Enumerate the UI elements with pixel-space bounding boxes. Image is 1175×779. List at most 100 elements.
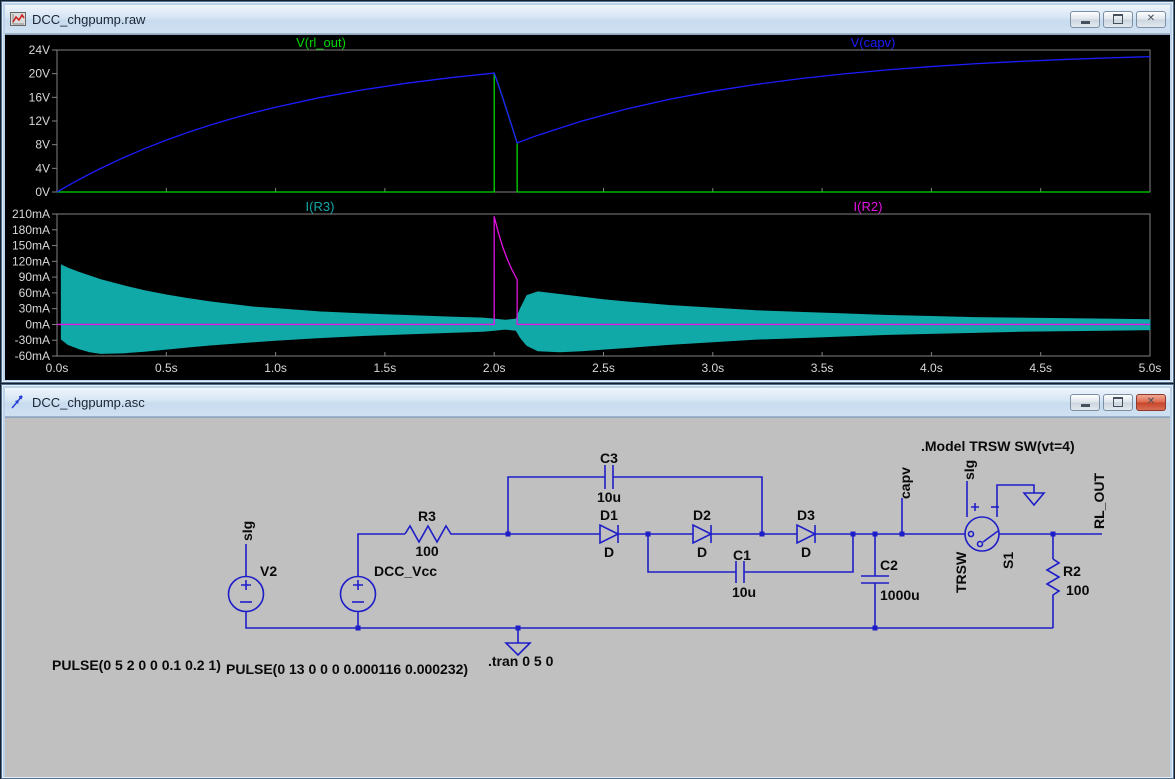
waveform-svg: 24V 20V 16V 12V 8V 4V 0V V(rl_out) V(capv) 210mA 1… — [12, 35, 1162, 375]
close-button[interactable]: ✕ — [1136, 10, 1166, 28]
d1-name-label[interactable]: D1 — [600, 507, 618, 523]
y-tick-label: 8V — [35, 138, 50, 152]
d2-name-label[interactable]: D2 — [693, 507, 711, 523]
x-tick-label: 4.5s — [1029, 361, 1052, 375]
d1-diode[interactable] — [599, 523, 620, 545]
plus-icon — [241, 580, 251, 590]
d2-value-label[interactable]: D — [697, 544, 707, 560]
c1-value-label[interactable]: 10u — [732, 584, 756, 600]
y-tick-label: -30mA — [15, 333, 50, 347]
y-tick-label: 180mA — [12, 223, 50, 237]
y-tick-label: 210mA — [12, 207, 50, 221]
net-label-rl-out[interactable]: RL_OUT — [1091, 473, 1107, 529]
y-tick-label: 20V — [29, 67, 50, 81]
x-tick-label: 3.0s — [701, 361, 724, 375]
trace-V(capv)[interactable] — [56, 55, 1151, 193]
vcc-name-label[interactable]: DCC_Vcc — [374, 563, 437, 579]
trace-label-I(R2)[interactable]: I(R2) — [854, 199, 883, 214]
c2-capacitor[interactable] — [861, 575, 889, 584]
close-button[interactable]: ✕ — [1136, 393, 1166, 411]
r3-value-label[interactable]: 100 — [415, 543, 439, 559]
s1-switch[interactable] — [964, 503, 1000, 552]
r2-resistor[interactable] — [1045, 558, 1061, 597]
model-directive-text[interactable]: .Model TRSW SW(vt=4) — [921, 438, 1075, 454]
waveform-window-icon[interactable] — [10, 11, 26, 27]
v2-name-label[interactable]: V2 — [260, 563, 277, 579]
minimize-button[interactable] — [1070, 10, 1100, 28]
net-label-sig-v2[interactable]: sIg — [239, 521, 255, 541]
minimize-icon — [1080, 403, 1090, 407]
restore-icon — [1113, 397, 1123, 407]
waveform-window: DCC_chgpump.raw ✕ 24V 20V 16V 12V 8V 4V 0V V(rl… — [1, 1, 1174, 383]
x-tick-label: 5.0s — [1139, 361, 1162, 375]
schematic-titlebar[interactable]: DCC_chgpump.asc ✕ — [5, 388, 1170, 417]
x-tick-label: 2.0s — [483, 361, 506, 375]
x-tick-label: 1.0s — [264, 361, 287, 375]
net-label-capv[interactable]: capv — [897, 467, 913, 499]
y-tick-label: 24V — [29, 43, 50, 57]
minimize-icon — [1080, 20, 1090, 24]
r3-resistor[interactable] — [404, 524, 455, 544]
c2-value-label[interactable]: 1000u — [880, 587, 920, 603]
y-tick-label: 90mA — [19, 270, 50, 284]
y-tick-label: 120mA — [12, 254, 50, 268]
y-tick-label: 0V — [35, 185, 50, 199]
trace-V(rl_out)[interactable] — [57, 72, 1150, 193]
close-icon: ✕ — [1146, 13, 1156, 24]
trace-label-I(R3)[interactable]: I(R3) — [306, 199, 335, 214]
d1-value-label[interactable]: D — [604, 544, 614, 560]
ground-icon[interactable] — [1022, 492, 1046, 507]
restore-button[interactable] — [1103, 10, 1133, 28]
close-icon: ✕ — [1146, 396, 1156, 407]
waveform-titlebar[interactable]: DCC_chgpump.raw ✕ — [5, 5, 1170, 34]
restore-button[interactable] — [1103, 393, 1133, 411]
c3-value-label[interactable]: 10u — [597, 489, 621, 505]
d3-name-label[interactable]: D3 — [797, 507, 815, 523]
dcc-vcc-voltage-source[interactable] — [339, 575, 377, 613]
waveform-plot-area[interactable]: 24V 20V 16V 12V 8V 4V 0V V(rl_out) V(capv) 210mA 1… — [5, 34, 1170, 380]
c1-name-label[interactable]: C1 — [733, 547, 751, 563]
y-tick-label: 12V — [29, 114, 50, 128]
circuit-wires[interactable] — [245, 476, 1102, 643]
plus-icon — [353, 580, 363, 590]
plus-icon — [971, 503, 979, 511]
c3-capacitor[interactable] — [604, 465, 614, 489]
y-tick-label: 4V — [35, 161, 50, 175]
trace-label-V(capv)[interactable]: V(capv) — [851, 35, 896, 50]
y-tick-label: 60mA — [19, 286, 50, 300]
waveform-window-title: DCC_chgpump.raw — [32, 11, 146, 27]
d2-diode[interactable] — [692, 523, 713, 545]
c3-name-label[interactable]: C3 — [600, 450, 618, 466]
minimize-button[interactable] — [1070, 393, 1100, 411]
s1-name-label[interactable]: S1 — [1000, 552, 1016, 569]
trace-band-I(R3)[interactable] — [60, 264, 1151, 354]
c1-capacitor[interactable] — [735, 561, 745, 583]
net-label-sig-s1[interactable]: sIg — [961, 460, 977, 480]
trace-label-V(rl_out)[interactable]: V(rl_out) — [296, 35, 346, 50]
r2-value-label[interactable]: 100 — [1066, 582, 1090, 598]
y-tick-label: 30mA — [19, 302, 50, 316]
x-tick-label: 4.0s — [920, 361, 943, 375]
c2-name-label[interactable]: C2 — [880, 557, 898, 573]
tran-directive-text[interactable]: .tran 0 5 0 — [488, 653, 554, 669]
x-tick-label: 1.5s — [374, 361, 397, 375]
d3-diode[interactable] — [796, 523, 817, 545]
schematic-window-title: DCC_chgpump.asc — [32, 394, 145, 410]
pane-border — [56, 49, 1151, 193]
schematic-window-icon[interactable] — [10, 394, 26, 410]
vcc-value-text[interactable]: PULSE(0 13 0 0 0 0.000116 0.000232) — [226, 661, 468, 677]
x-tick-label: 0.0s — [46, 361, 69, 375]
s1-model-label[interactable]: TRSW — [953, 551, 969, 593]
d3-value-label[interactable]: D — [801, 544, 811, 560]
y-tick-label: 16V — [29, 90, 50, 104]
r3-name-label[interactable]: R3 — [418, 508, 436, 524]
v2-value-text[interactable]: PULSE(0 5 2 0 0 0.1 0.2 1) — [52, 657, 221, 673]
y-tick-label: 150mA — [12, 239, 50, 253]
schematic-canvas[interactable]: V2 DCC_Vcc R3 100 C3 10u D1 D D2 D D3 D … — [5, 417, 1170, 777]
v2-voltage-source[interactable] — [227, 575, 265, 613]
x-tick-label: 2.5s — [592, 361, 615, 375]
r2-name-label[interactable]: R2 — [1063, 563, 1081, 579]
schematic-svg: V2 DCC_Vcc R3 100 C3 10u D1 D D2 D D3 D … — [52, 438, 1107, 677]
x-tick-label: 0.5s — [155, 361, 178, 375]
restore-icon — [1113, 14, 1123, 24]
